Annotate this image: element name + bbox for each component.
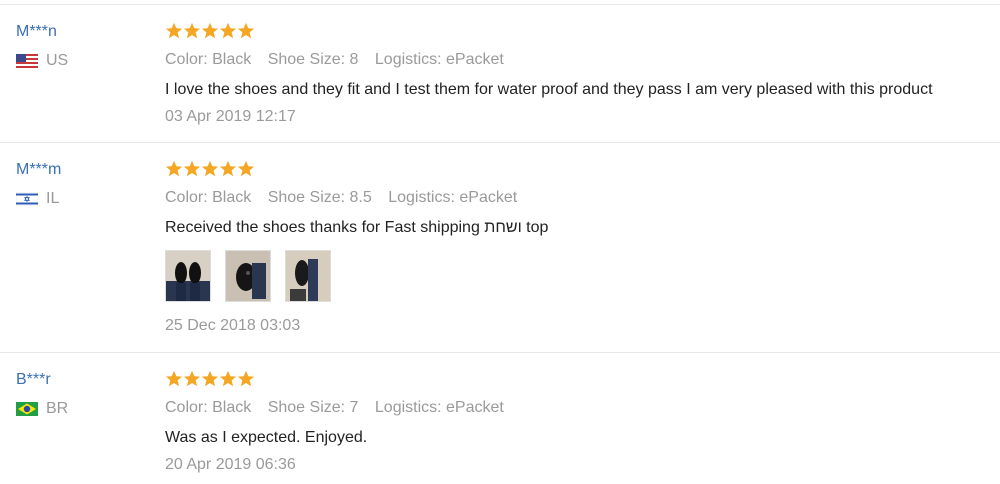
review-item: B***r BR Color: Black Shoe Size: 7 Logis… — [0, 352, 1000, 484]
reviewer-info: B***r BR — [16, 370, 68, 418]
review-text: Received the shoes thanks for Fast shipp… — [165, 219, 549, 236]
attr-logistics: Logistics: ePacket — [374, 51, 504, 68]
reviewer-name: M***n — [16, 23, 57, 40]
il-flag-icon — [16, 192, 38, 206]
attr-size: Shoe Size: 8 — [267, 51, 359, 68]
order-attributes: Color: Black Shoe Size: 7 Logistics: ePa… — [165, 398, 990, 418]
star-icon — [219, 370, 237, 387]
attr-size: Shoe Size: 8.5 — [267, 189, 372, 206]
review-date: 20 Apr 2019 06:36 — [165, 456, 296, 473]
review-item: M***n US Color: Black Shoe Size: 8 Logis… — [0, 4, 1000, 143]
star-icon — [201, 22, 219, 39]
country-code: US — [46, 52, 69, 69]
attr-color: Color: Black — [165, 189, 252, 206]
reviewer-info: M***n US — [16, 22, 68, 70]
review-date: 25 Dec 2018 03:03 — [165, 317, 301, 334]
review-photo-thumbnail[interactable] — [285, 250, 331, 302]
reviewer-country: BR — [16, 400, 68, 418]
reviewer-country: IL — [16, 190, 61, 208]
star-icon — [165, 22, 183, 39]
order-attributes: Color: Black Shoe Size: 8 Logistics: ePa… — [165, 50, 990, 70]
review-photo-thumbnail[interactable] — [165, 250, 211, 302]
review-text: Was as I expected. Enjoyed. — [165, 429, 368, 446]
reviewer-name: B***r — [16, 371, 51, 388]
review-text: I love the shoes and they fit and I test… — [165, 81, 933, 98]
review-date: 03 Apr 2019 12:17 — [165, 108, 296, 125]
star-icon — [201, 370, 219, 387]
review-photos — [165, 250, 990, 302]
star-icon — [183, 160, 201, 177]
star-icon — [237, 370, 255, 387]
reviewer-info: M***m IL — [16, 160, 61, 208]
star-icon — [219, 160, 237, 177]
star-rating — [165, 160, 990, 180]
attr-color: Color: Black — [165, 399, 252, 416]
review-content: Color: Black Shoe Size: 8 Logistics: ePa… — [165, 22, 990, 127]
star-icon — [165, 160, 183, 177]
review-item: M***m IL Color: Black Shoe Size: 8.5 Log… — [0, 142, 1000, 353]
attr-logistics: Logistics: ePacket — [388, 189, 518, 206]
review-content: Color: Black Shoe Size: 8.5 Logistics: e… — [165, 160, 990, 336]
star-icon — [165, 370, 183, 387]
star-rating — [165, 370, 990, 390]
star-rating — [165, 22, 990, 42]
reviewer-country: US — [16, 52, 68, 70]
us-flag-icon — [16, 54, 38, 68]
star-icon — [237, 22, 255, 39]
country-code: IL — [46, 190, 60, 207]
star-icon — [183, 22, 201, 39]
order-attributes: Color: Black Shoe Size: 8.5 Logistics: e… — [165, 188, 990, 208]
star-icon — [219, 22, 237, 39]
star-icon — [183, 370, 201, 387]
review-content: Color: Black Shoe Size: 7 Logistics: ePa… — [165, 370, 990, 475]
country-code: BR — [46, 400, 69, 417]
star-icon — [201, 160, 219, 177]
attr-color: Color: Black — [165, 51, 252, 68]
star-icon — [237, 160, 255, 177]
review-photo-thumbnail[interactable] — [225, 250, 271, 302]
reviewer-name: M***m — [16, 161, 62, 178]
attr-logistics: Logistics: ePacket — [374, 399, 504, 416]
attr-size: Shoe Size: 7 — [267, 399, 359, 416]
br-flag-icon — [16, 402, 38, 416]
